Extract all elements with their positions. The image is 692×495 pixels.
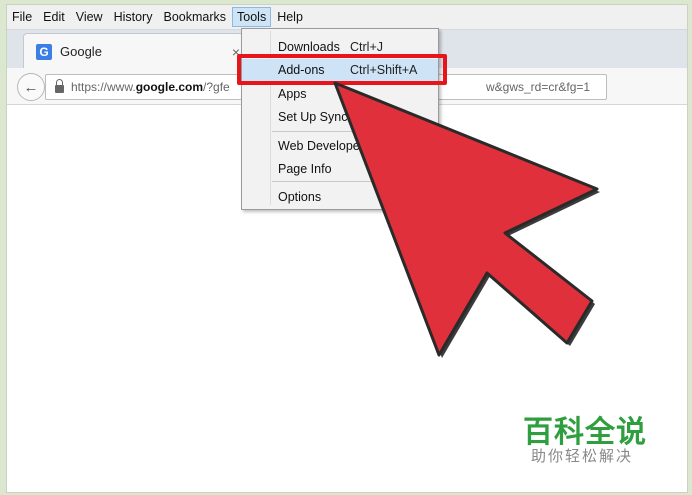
watermark-subtitle: 助你轻松解决 [531,447,634,465]
browser-window: File Edit View History Bookmarks Tools H… [6,4,688,493]
